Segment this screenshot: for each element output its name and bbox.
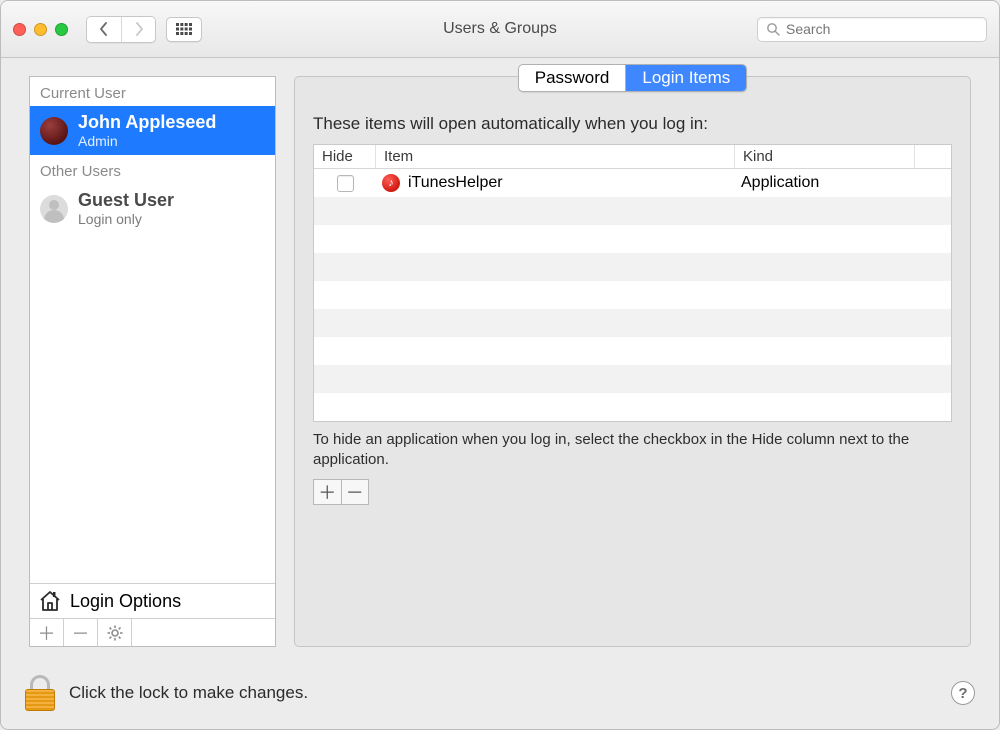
login-options-button[interactable]: Login Options [30,583,275,618]
close-icon[interactable] [13,23,26,36]
avatar-icon [40,117,68,145]
user-row-guest[interactable]: Guest User Login only [30,184,275,233]
table-row [314,253,951,281]
search-input[interactable] [786,21,978,37]
section-current-user: Current User [30,77,275,106]
add-item-button[interactable]: ＋ [314,480,341,504]
main-panel: Password Login Items These items will op… [294,76,971,647]
login-items-description: These items will open automatically when… [313,114,952,134]
user-row-current[interactable]: John Appleseed Admin [30,106,275,155]
home-icon [38,590,62,612]
table-body: ♪ iTunesHelper Application [314,169,951,421]
user-actions-button[interactable] [98,619,132,646]
preferences-window: Users & Groups Current User John Applese… [0,0,1000,730]
table-header: Hide Item Kind [314,145,951,169]
window-controls [13,23,68,36]
user-name: Guest User [78,190,174,211]
section-other-users: Other Users [30,155,275,184]
tab-login-items[interactable]: Login Items [625,65,746,91]
remove-user-button[interactable]: － [64,619,98,646]
hide-checkbox[interactable] [337,175,354,192]
tab-password[interactable]: Password [519,65,626,91]
column-hide[interactable]: Hide [314,145,376,168]
user-role: Login only [78,211,174,227]
column-item[interactable]: Item [376,145,735,168]
back-button[interactable] [87,17,121,42]
column-spacer [915,145,951,168]
column-kind[interactable]: Kind [735,145,915,168]
table-row [314,225,951,253]
add-user-button[interactable]: ＋ [30,619,64,646]
sidebar-toolbar: ＋ － [30,618,275,646]
avatar-icon [40,195,68,223]
user-role: Admin [78,133,216,149]
hide-hint: To hide an application when you log in, … [313,430,952,471]
user-name: John Appleseed [78,112,216,133]
table-row [314,197,951,225]
lock-message: Click the lock to make changes. [69,683,308,703]
zoom-icon[interactable] [55,23,68,36]
item-kind: Application [735,174,915,192]
minimize-icon[interactable] [34,23,47,36]
table-row [314,281,951,309]
item-name: iTunesHelper [408,174,503,192]
user-sidebar: Current User John Appleseed Admin Other … [29,76,276,647]
add-remove-toolbar: ＋ － [313,479,369,505]
table-row [314,309,951,337]
forward-button[interactable] [121,17,155,42]
toolbar: Users & Groups [1,1,999,58]
search-field[interactable] [757,17,987,42]
lock-button[interactable] [25,675,55,711]
login-items-table: Hide Item Kind ♪ iTunesHelper Applicatio… [313,144,952,422]
help-button[interactable]: ? [951,681,975,705]
search-icon [766,22,780,36]
table-row [314,337,951,365]
tab-bar: Password Login Items [518,64,748,92]
footer: Click the lock to make changes. ? [1,665,999,729]
show-all-button[interactable] [166,17,202,42]
itunes-icon: ♪ [382,174,400,192]
login-options-label: Login Options [70,591,181,612]
remove-item-button[interactable]: － [341,480,369,504]
table-row [314,365,951,393]
table-row [314,393,951,421]
table-row[interactable]: ♪ iTunesHelper Application [314,169,951,197]
